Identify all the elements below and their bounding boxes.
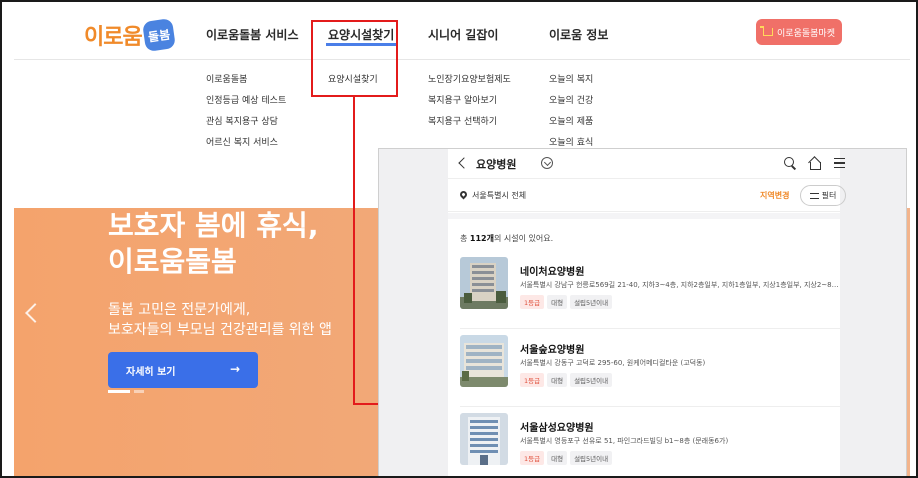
- year-badge: 설립5년이내: [570, 295, 613, 309]
- facility-name: 서울삼성요양병원: [520, 423, 594, 434]
- region-bar: 서울특별시 전체 지역변경 필터: [448, 180, 846, 212]
- cart-icon: [760, 26, 774, 36]
- filter-label: 필터: [821, 191, 837, 200]
- region-label: 서울특별시 전체: [472, 191, 527, 200]
- size-badge: 대형: [547, 295, 568, 309]
- connector-line: [353, 97, 355, 405]
- menu-col-service: 이로움돌봄 인정등급 예상 테스트 관심 복지용구 상담 어르신 복지 서비스: [206, 74, 286, 158]
- highlight-box: [311, 20, 398, 97]
- hero-desc-line: 돌봄 고민은 전문가에게,: [108, 302, 251, 318]
- app-topbar: 요양병원: [448, 149, 845, 179]
- search-icon[interactable]: [784, 157, 796, 169]
- nav-senior-guide[interactable]: 시니어 길잡이: [428, 26, 498, 43]
- location-pin-icon: [458, 189, 469, 200]
- section-divider: [448, 213, 840, 219]
- menu-item[interactable]: 복지용구 선택하기: [428, 116, 511, 137]
- year-badge: 설립5년이내: [570, 451, 613, 465]
- app-title[interactable]: 요양병원: [476, 156, 516, 172]
- menu-item[interactable]: 인정등급 예상 테스트: [206, 95, 286, 116]
- mall-button-label: 이로움돌봄마켓: [777, 28, 835, 39]
- facility-address: 서울특별시 영등포구 선유로 51, 파인그라드빌딩 b1~8층 (문래동6가): [520, 437, 729, 445]
- facility-name: 네이처요양병원: [520, 267, 585, 278]
- region-change-button[interactable]: 지역변경: [760, 190, 789, 201]
- count-prefix: 총: [460, 234, 470, 243]
- carousel-dot[interactable]: [134, 390, 144, 393]
- home-icon[interactable]: [808, 157, 821, 170]
- chevron-down-icon[interactable]: [541, 157, 553, 169]
- result-count: 총 112개의 시설이 있어요.: [460, 233, 553, 244]
- year-badge: 설립5년이내: [570, 373, 613, 387]
- facility-tags: 1등급 대형 설립5년이내: [520, 373, 613, 387]
- size-badge: 대형: [547, 373, 568, 387]
- facility-address: 서울특별시 강동구 고덕로 295-60, 원케어메디컬타운 (고덕동): [520, 359, 706, 367]
- menu-item[interactable]: 오늘의 제품: [549, 116, 593, 137]
- menu-item[interactable]: 노인장기요양보험제도: [428, 74, 511, 95]
- facility-item[interactable]: 서울숲요양병원 서울특별시 강동구 고덕로 295-60, 원케어메디컬타운 (…: [460, 335, 840, 407]
- menu-col-senior-guide: 노인장기요양보험제도 복지용구 알아보기 복지용구 선택하기: [428, 74, 511, 137]
- hero-description: 돌봄 고민은 전문가에게, 보호자들의 부모님 건강관리를 위한 앱: [108, 300, 332, 340]
- facility-item[interactable]: 서울삼성요양병원 서울특별시 영등포구 선유로 51, 파인그라드빌딩 b1~8…: [460, 413, 840, 476]
- screenshot-frame: 이로움 돌봄 이로움돌봄 서비스 요양시설찾기 시니어 길잡이 이로움 정보 이…: [0, 0, 918, 478]
- app-screen-panel: 요양병원 서울특별시 전체 지역변경 필터 총 112개의 시설이 있어요. 네…: [378, 148, 907, 476]
- size-badge: 대형: [547, 451, 568, 465]
- facility-item[interactable]: 네이처요양병원 서울특별시 강남구 헌릉로569길 21-40, 지하3~4층,…: [460, 257, 840, 329]
- menu-item[interactable]: 어르신 복지 서비스: [206, 137, 286, 158]
- nav-service[interactable]: 이로움돌봄 서비스: [206, 26, 299, 43]
- grade-badge: 1등급: [520, 451, 545, 465]
- nav-info[interactable]: 이로움 정보: [549, 26, 608, 43]
- count-value: 112개: [469, 234, 494, 243]
- site-header: 이로움 돌봄 이로움돌봄 서비스 요양시설찾기 시니어 길잡이 이로움 정보 이…: [14, 4, 910, 60]
- filter-icon: [809, 192, 819, 199]
- hero-desc-line: 보호자들의 부모님 건강관리를 위한 앱: [108, 322, 332, 338]
- logo[interactable]: 이로움 돌봄: [84, 18, 176, 52]
- menu-item[interactable]: 복지용구 알아보기: [428, 95, 511, 116]
- facility-photo: [460, 335, 508, 387]
- logo-badge: 돌봄: [141, 18, 176, 52]
- filter-button[interactable]: 필터: [800, 185, 846, 206]
- carousel-indicator: [108, 390, 144, 393]
- menu-item[interactable]: 오늘의 건강: [549, 95, 593, 116]
- menu-col-info: 오늘의 복지 오늘의 건강 오늘의 제품 오늘의 효식: [549, 74, 593, 158]
- hero-title: 보호자 봄에 휴식, 이로움돌봄: [108, 208, 318, 280]
- facility-tags: 1등급 대형 설립5년이내: [520, 295, 613, 309]
- app-content: 요양병원 서울특별시 전체 지역변경 필터 총 112개의 시설이 있어요. 네…: [448, 149, 846, 476]
- hero-more-button[interactable]: 자세히 보기 →: [108, 352, 258, 388]
- carousel-dot-active[interactable]: [108, 390, 130, 393]
- facility-tags: 1등급 대형 설립5년이내: [520, 451, 613, 465]
- mall-button[interactable]: 이로움돌봄마켓: [756, 19, 842, 45]
- carousel-prev-icon[interactable]: [25, 303, 45, 323]
- hero-title-line: 이로움돌봄: [108, 245, 237, 278]
- facility-address: 서울특별시 강남구 헌릉로569길 21-40, 지하3~4층, 지하2층일부,…: [520, 281, 840, 289]
- facility-photo: [460, 413, 508, 465]
- count-suffix: 의 시설이 있어요.: [493, 234, 554, 243]
- facility-name: 서울숲요양병원: [520, 345, 585, 356]
- facility-photo: [460, 257, 508, 309]
- menu-item[interactable]: 이로움돌봄: [206, 74, 286, 95]
- grade-badge: 1등급: [520, 373, 545, 387]
- hero-more-label: 자세히 보기: [126, 366, 176, 378]
- arrow-right-icon: →: [229, 362, 240, 376]
- menu-item[interactable]: 관심 복지용구 상담: [206, 116, 286, 137]
- menu-item[interactable]: 오늘의 복지: [549, 74, 593, 95]
- grade-badge: 1등급: [520, 295, 545, 309]
- logo-text: 이로움: [84, 25, 143, 50]
- menu-icon[interactable]: [834, 158, 845, 168]
- hero-title-line: 보호자 봄에 휴식,: [108, 209, 319, 242]
- back-icon[interactable]: [458, 157, 470, 169]
